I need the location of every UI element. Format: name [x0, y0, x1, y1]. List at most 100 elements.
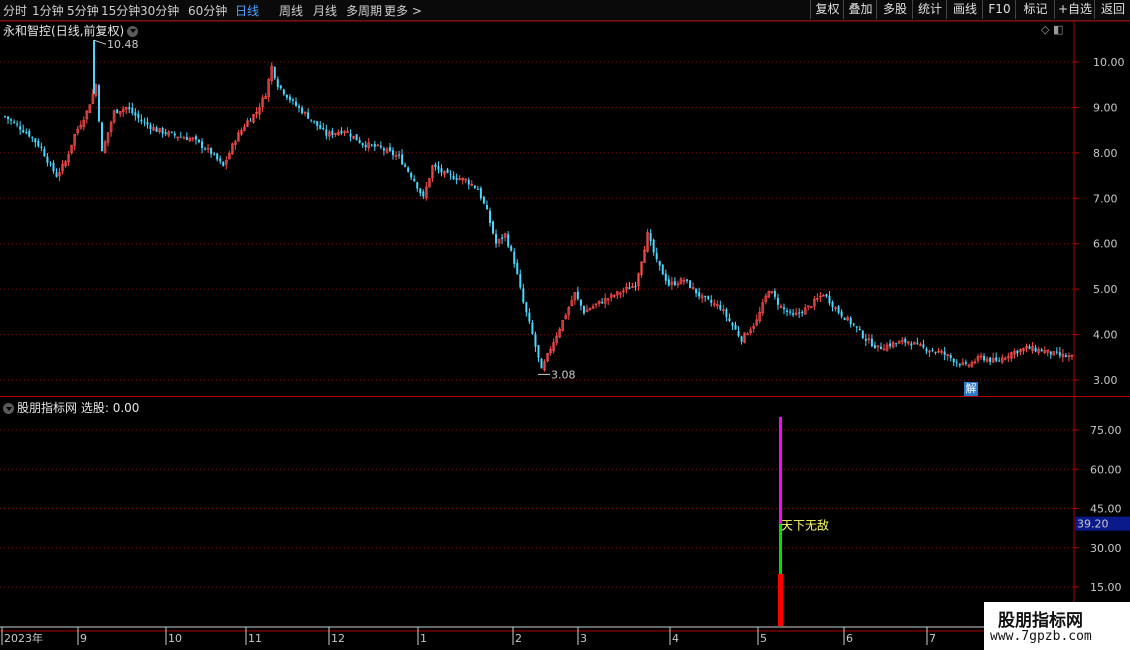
unlock-badge[interactable]: 解 [964, 382, 978, 396]
candle-body [116, 109, 119, 114]
candle-body [870, 338, 873, 347]
price-tick-label: 8.00 [1093, 147, 1118, 160]
candle-body [1028, 346, 1031, 350]
candle-body [931, 350, 934, 352]
date-label: 5 [760, 632, 767, 645]
candle-body [391, 150, 394, 156]
candle-body [288, 96, 291, 101]
candle-body [652, 239, 655, 253]
candle-body [792, 313, 795, 315]
candle-body [467, 179, 470, 185]
candle-body [1016, 350, 1019, 354]
candle-body [410, 172, 413, 178]
candle-body [998, 360, 1001, 362]
candle-body [519, 274, 522, 288]
candle-body [155, 127, 158, 132]
candle-body [28, 131, 31, 137]
candle-body [22, 129, 25, 133]
candle-body [710, 299, 713, 303]
candle-body [46, 156, 49, 163]
candle-body [773, 291, 776, 297]
candle-body [934, 352, 937, 354]
indicator-tick-label: 15.00 [1090, 581, 1122, 594]
indicator-tick-label: 30.00 [1090, 542, 1122, 555]
candle-body [949, 355, 952, 359]
candle-body [695, 288, 698, 294]
candle-body [492, 221, 495, 234]
candle-body [355, 134, 358, 141]
candle-body [398, 154, 401, 156]
date-label: 6 [846, 632, 853, 645]
candle-body [282, 89, 285, 95]
watermark: 股朋指标网 www.7gpzb.com [984, 602, 1130, 650]
candle-body [1040, 349, 1043, 352]
candle-body [143, 121, 146, 123]
candle-body [510, 246, 513, 251]
date-label: 10 [168, 632, 182, 645]
price-tick-label: 4.00 [1093, 329, 1118, 342]
candle-body [307, 112, 310, 119]
candle-body [704, 295, 707, 298]
indicator-tick-label: 45.00 [1090, 503, 1122, 516]
date-label: 1 [420, 632, 427, 645]
candle-body [25, 132, 28, 134]
indicator-bar-segment [779, 416, 782, 524]
candle-body [889, 343, 892, 347]
candle-body [983, 356, 986, 361]
price-tick-label: 9.00 [1093, 101, 1118, 114]
candle-body [925, 348, 928, 352]
watermark-url: www.7gpzb.com [990, 629, 1092, 644]
candle-body [379, 145, 382, 148]
candle-body [601, 301, 604, 304]
date-label: 2023年 [4, 631, 43, 645]
price-tick-label: 6.00 [1093, 238, 1118, 251]
candle-body [952, 358, 955, 363]
candle-body [861, 330, 864, 339]
candle-body [422, 191, 425, 197]
candle-body [34, 138, 37, 143]
candle-body [734, 324, 737, 330]
candle-body [413, 178, 416, 181]
candle-body [507, 234, 510, 247]
candle-body [164, 132, 167, 134]
candle-body [916, 342, 919, 344]
candle-body [37, 140, 40, 147]
candle-body [97, 85, 100, 122]
candle-body [325, 129, 328, 136]
candle-body [404, 164, 407, 167]
candle-body [370, 144, 373, 146]
candle-body [473, 185, 476, 189]
date-label: 9 [80, 632, 87, 645]
candle-body [958, 363, 961, 366]
candle-body [388, 147, 391, 152]
candle-body [182, 137, 186, 140]
candle-body [1064, 355, 1067, 357]
chart-canvas[interactable]: 10.00 9.00 8.00 7.00 6.00 5.00 4.00 3.00 75.00 60… [0, 0, 1130, 650]
high-arrow [93, 39, 107, 45]
candle-body [16, 123, 19, 125]
candle-body [843, 317, 846, 320]
candle-body [495, 233, 498, 244]
candle-body [131, 107, 134, 114]
high-annotation: 10.48 [107, 38, 139, 51]
candle-body [310, 119, 313, 121]
candle-body [340, 130, 343, 134]
candle-body [728, 318, 731, 321]
candle-body [582, 306, 585, 314]
candle-body [798, 312, 801, 314]
candle-body [407, 167, 410, 172]
candle-body [516, 262, 519, 275]
candle-body [719, 304, 722, 310]
candle-body [313, 120, 316, 122]
candle-body [52, 162, 55, 172]
candle-body [922, 344, 925, 348]
date-label: 11 [248, 632, 262, 645]
candle-body [831, 302, 834, 308]
date-label: 4 [672, 632, 679, 645]
candle-body [185, 136, 188, 140]
candle-body [146, 122, 149, 125]
candle-body [828, 295, 831, 304]
candle-body [943, 351, 946, 355]
candle-body [279, 85, 282, 89]
candle-body [531, 322, 534, 334]
